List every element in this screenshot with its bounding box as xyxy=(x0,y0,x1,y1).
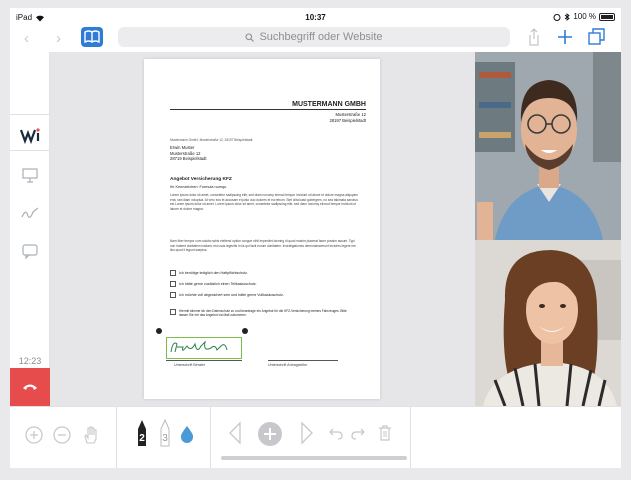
document-page: MUSTERMANN GMBH Musterstraße 12 28197 Be… xyxy=(144,59,380,399)
checkbox-option[interactable]: Ich benötige lediglich den Haftpflichtsc… xyxy=(170,270,248,276)
home-indicator xyxy=(221,456,407,460)
company-name: MUSTERMANN GMBH xyxy=(292,101,366,108)
hang-up-button[interactable] xyxy=(10,368,50,406)
video-feed-local xyxy=(475,240,621,406)
document-viewer[interactable]: MUSTERMANN GMBH Musterstraße 12 28197 Be… xyxy=(50,52,475,406)
trash-icon[interactable] xyxy=(378,424,392,442)
status-time: 10:37 xyxy=(305,13,326,22)
next-page-icon[interactable] xyxy=(300,421,314,445)
hand-pan-icon[interactable] xyxy=(80,425,100,445)
forward-arrow-icon[interactable]: › xyxy=(56,30,61,47)
sender-line: Mustermann GmbH, Musterstraße 12, 28197 … xyxy=(170,138,253,142)
checkbox-option[interactable]: Ich hätte gerne zusätzlich einen Teilkas… xyxy=(170,281,257,287)
bluetooth-icon xyxy=(565,12,571,21)
signature-tool-icon[interactable] xyxy=(18,202,42,224)
zoom-out-icon[interactable] xyxy=(52,425,72,445)
letter-subject: Angebot Versicherung KFZ xyxy=(170,177,232,182)
presentation-icon[interactable] xyxy=(18,164,42,186)
recipient-address: Erwin Muster Musterstraße 12 28719 Beisp… xyxy=(170,145,207,161)
previous-page-icon[interactable] xyxy=(228,421,242,445)
call-timer: 12:23 xyxy=(18,356,42,366)
video-feed-remote xyxy=(475,52,621,240)
share-icon[interactable] xyxy=(527,27,541,47)
close-handle-icon[interactable] xyxy=(156,328,162,334)
checkbox-option[interactable]: Ich möchte voll abgesichert sein und hät… xyxy=(170,292,284,298)
chat-icon[interactable] xyxy=(18,240,42,262)
highlighter-tool-button[interactable]: 3 xyxy=(157,418,173,447)
highlighter-size-label: 3 xyxy=(162,433,168,444)
back-arrow-icon[interactable]: ‹ xyxy=(24,30,29,47)
color-drop-icon[interactable] xyxy=(180,425,194,443)
search-input[interactable]: Suchbegriff oder Website xyxy=(118,27,510,47)
consent-checkbox[interactable]: Hiermit stimme ich den Datenschutz zu un… xyxy=(170,309,350,318)
pen-size-label: 2 xyxy=(139,433,145,444)
company-address: Musterstraße 12 28197 Beispielstadt xyxy=(329,112,366,123)
undo-icon[interactable] xyxy=(328,425,344,441)
search-icon xyxy=(245,32,255,42)
tabs-overview-icon[interactable] xyxy=(588,27,606,47)
letter-paragraph: Lorem ipsum dolor sit amet, consetetur s… xyxy=(170,193,358,211)
left-sidebar: 12:23 xyxy=(10,52,50,406)
search-placeholder: Suchbegriff oder Website xyxy=(259,31,383,43)
redo-icon[interactable] xyxy=(350,425,366,441)
signature-label-right: Unterschrift Antragsteller xyxy=(268,363,308,367)
battery-percent: 100 % xyxy=(573,12,596,21)
plus-icon xyxy=(264,428,276,440)
alarm-icon xyxy=(553,13,561,21)
new-tab-plus-icon[interactable] xyxy=(557,27,573,47)
signature-ink xyxy=(170,340,228,353)
header-rule xyxy=(170,109,366,110)
app-window: iPad 10:37 100 % ‹ › Suchbegriff oder We… xyxy=(10,8,621,468)
close-handle-icon[interactable] xyxy=(242,328,248,334)
phone-icon xyxy=(23,384,37,390)
bookmarks-book-icon[interactable] xyxy=(81,27,103,47)
browser-toolbar: ‹ › Suchbegriff oder Website xyxy=(10,26,621,52)
signature-field[interactable] xyxy=(166,337,242,359)
battery-icon xyxy=(599,12,615,21)
letter-paragraph: Nam liber tempor cum soluta nobis eleife… xyxy=(170,239,356,252)
zoom-in-icon[interactable] xyxy=(24,425,44,445)
logo-w-icon[interactable] xyxy=(18,124,42,146)
bottom-toolbar: 2 3 xyxy=(10,406,621,468)
pen-tool-button[interactable]: 2 xyxy=(134,419,150,447)
signature-label-left: Unterschrift Berater xyxy=(174,363,206,367)
letter-greeting: Ihr Kennzeichen: Formula numqu. xyxy=(170,185,228,189)
add-page-button[interactable] xyxy=(258,422,282,446)
status-bar: iPad 10:37 100 % xyxy=(10,8,621,26)
